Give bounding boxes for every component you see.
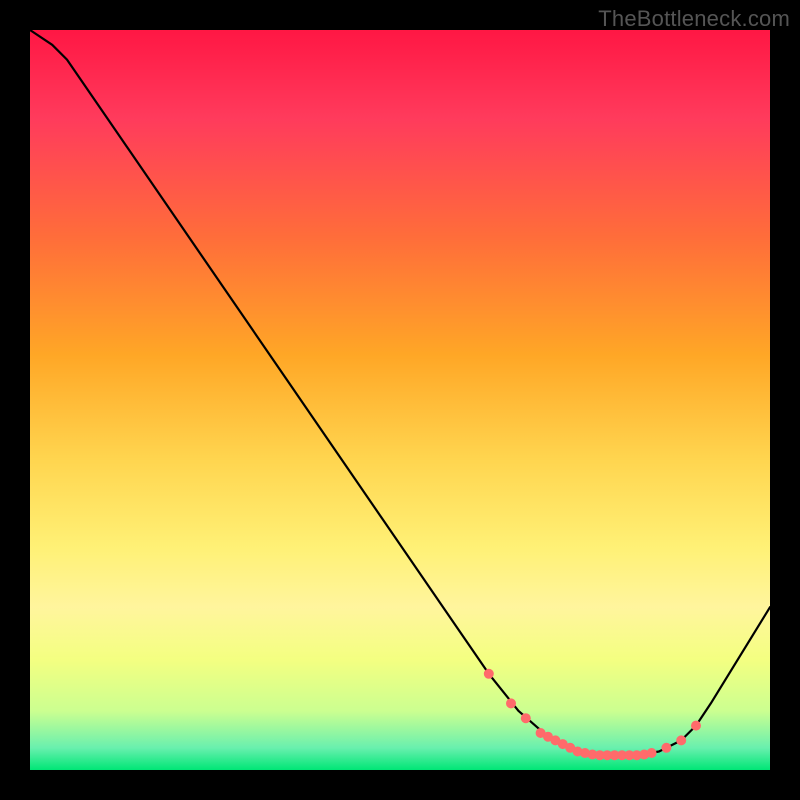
highlight-dot xyxy=(507,699,516,708)
highlight-dot xyxy=(677,736,686,745)
highlight-dot xyxy=(692,721,701,730)
bottleneck-curve xyxy=(30,30,770,755)
curve-svg xyxy=(30,30,770,770)
highlight-dot xyxy=(484,669,493,678)
highlight-dot xyxy=(647,749,656,758)
highlight-dot xyxy=(521,714,530,723)
highlight-dot xyxy=(662,743,671,752)
highlight-dots xyxy=(484,669,700,759)
chart-stage: TheBottleneck.com xyxy=(0,0,800,800)
watermark-text: TheBottleneck.com xyxy=(598,6,790,32)
plot-area xyxy=(30,30,770,770)
